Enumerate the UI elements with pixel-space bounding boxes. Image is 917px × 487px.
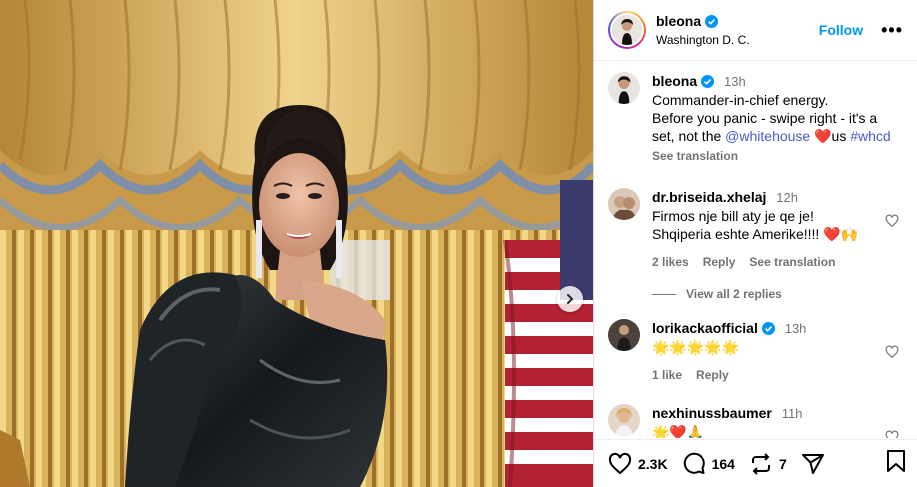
commenter-username[interactable]: dr.briseida.xhelaj [652, 188, 766, 206]
avatar-photo [608, 72, 640, 104]
post-actions-bar: 2.3K 164 7 [594, 439, 917, 487]
chevron-right-icon [567, 294, 574, 304]
caption-time[interactable]: 13h [724, 74, 746, 89]
reply-button[interactable]: Reply [696, 366, 729, 384]
view-replies-button[interactable]: View all 2 replies [652, 287, 903, 301]
share-icon [801, 453, 824, 474]
avatar-photo [612, 15, 642, 45]
verified-badge-icon [701, 74, 715, 88]
repost-count[interactable]: 7 [779, 456, 787, 472]
comment-item: lorikackaofficial 13h 🌟🌟🌟🌟🌟 1 like Reply [608, 319, 903, 384]
next-photo-button[interactable] [557, 286, 583, 312]
whcd-hashtag-link[interactable]: #whcd [850, 128, 890, 144]
view-replies-line [652, 293, 676, 295]
comment-item: dr.briseida.xhelaj 12h Firmos nje bill a… [608, 188, 903, 271]
post-side-panel: bleona Washington D. C. Follow ••• bleon… [593, 0, 917, 487]
caption-username[interactable]: bleona [652, 72, 715, 90]
see-translation-link[interactable]: See translation [749, 253, 835, 271]
more-options-icon[interactable]: ••• [881, 20, 903, 41]
comment-text: 🌟❤️🙏 [652, 424, 705, 438]
caption-line-3: set, not the @whitehouse ❤️us #whcd [652, 127, 903, 145]
verified-badge-icon [761, 321, 775, 335]
comment-icon [683, 452, 705, 474]
comment-time[interactable]: 11h [782, 406, 803, 421]
caption-line-1: Commander-in-chief energy. [652, 92, 829, 108]
caption-text: us [831, 128, 851, 144]
commenter-avatar[interactable] [608, 188, 640, 220]
avatar-photo [608, 404, 640, 436]
comment-meta: 1 like Reply [652, 366, 903, 384]
whitehouse-mention-link[interactable]: @whitehouse [725, 128, 810, 144]
comment-text: 🌟🌟🌟🌟🌟 [652, 339, 740, 355]
like-button[interactable]: 2.3K [608, 452, 668, 476]
comments-list[interactable]: bleona 13h Commander-in-chief energy. Be… [594, 62, 917, 438]
comment-likes-count[interactable]: 1 like [652, 366, 682, 384]
commenter-avatar[interactable] [608, 404, 640, 436]
bookmark-icon [887, 450, 905, 472]
comment-likes-count[interactable]: 2 likes [652, 253, 689, 271]
see-translation-link[interactable]: See translation [652, 147, 903, 165]
view-replies-label[interactable]: View all 2 replies [686, 287, 782, 301]
follow-button[interactable]: Follow [819, 22, 863, 38]
caption: bleona 13h Commander-in-chief energy. Be… [608, 72, 903, 165]
commenter-username[interactable]: lorikackaofficial [652, 319, 775, 337]
like-comment-heart-icon[interactable] [885, 430, 899, 438]
verified-badge-icon [705, 14, 719, 28]
avatar-photo [608, 319, 640, 351]
comment-text: Shqiperia eshte Amerike!!!! [652, 226, 824, 242]
comment-time[interactable]: 12h [776, 190, 798, 205]
comment-text-line-2: Shqiperia eshte Amerike!!!! ❤️🙌 [652, 225, 903, 243]
avatar-photo [608, 188, 640, 220]
commenter-avatar[interactable] [608, 319, 640, 351]
caption-username-text[interactable]: bleona [652, 72, 697, 90]
comment-text-line-1: Firmos nje bill aty je qe je! [652, 208, 814, 224]
commenter-username-text[interactable]: lorikackaofficial [652, 319, 758, 337]
like-comment-heart-icon[interactable] [885, 214, 899, 228]
author-username-text[interactable]: bleona [656, 13, 701, 29]
like-comment-heart-icon[interactable] [885, 345, 899, 359]
comment-meta: 2 likes Reply See translation [652, 253, 903, 271]
comment-emoji: ❤️🙌 [823, 226, 859, 242]
post-photo [0, 0, 593, 487]
comment-button[interactable]: 164 [682, 452, 735, 476]
author-avatar[interactable] [608, 11, 646, 49]
share-button[interactable] [801, 452, 831, 476]
repost-icon [751, 452, 770, 475]
author-username[interactable]: bleona [656, 13, 719, 29]
heart-emoji: ❤️ [814, 128, 832, 144]
caption-text: set, not the [652, 128, 726, 144]
comment-count[interactable]: 164 [712, 456, 735, 472]
comment-time[interactable]: 13h [785, 321, 807, 336]
photo-scene [0, 0, 593, 487]
reply-button[interactable]: Reply [703, 253, 736, 271]
comment-item: nexhinussbaumer 11h 🌟❤️🙏 [608, 404, 903, 438]
repost-button[interactable]: 7 [749, 452, 787, 476]
like-count[interactable]: 2.3K [638, 456, 668, 472]
commenter-username[interactable]: nexhinussbaumer [652, 404, 772, 422]
heart-icon [608, 452, 632, 474]
caption-avatar[interactable] [608, 72, 640, 104]
post-location[interactable]: Washington D. C. [656, 33, 819, 47]
caption-line-2: Before you panic - swipe right - it's a [652, 110, 878, 126]
instagram-post: bleona Washington D. C. Follow ••• bleon… [0, 0, 917, 487]
save-button[interactable] [885, 449, 907, 478]
post-header: bleona Washington D. C. Follow ••• [594, 0, 917, 61]
